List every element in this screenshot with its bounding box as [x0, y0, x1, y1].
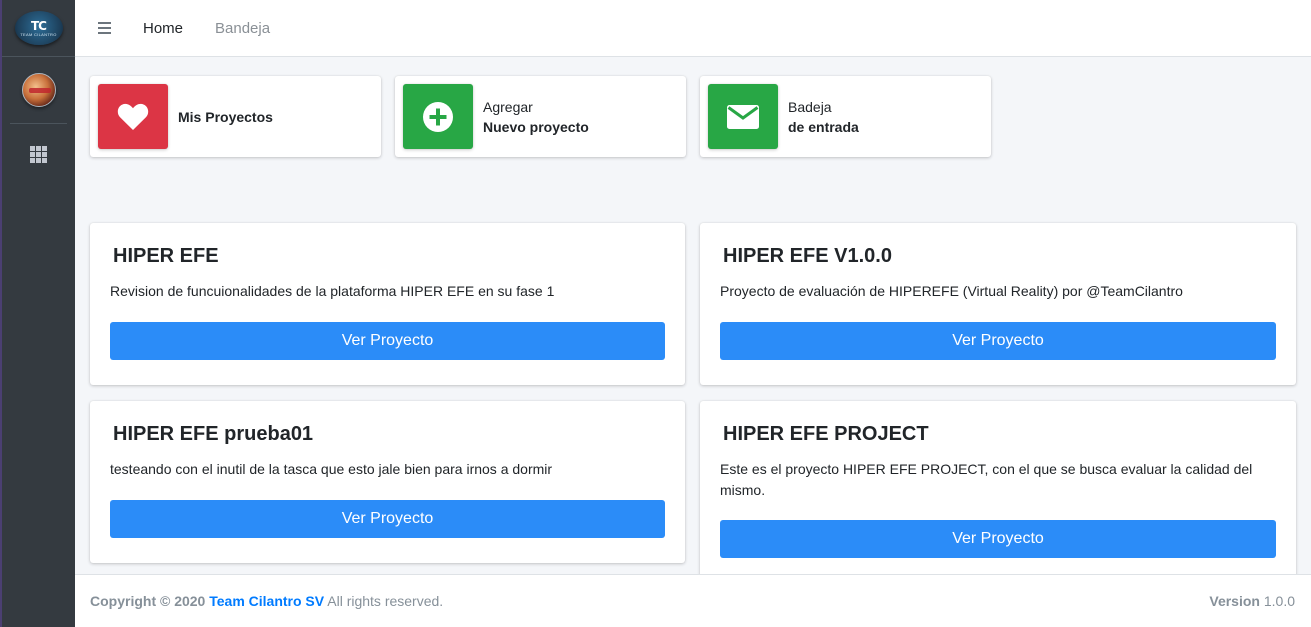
info-box-agregar[interactable]: Agregar Nuevo proyecto [395, 76, 686, 157]
info-box-text: Badeja de entrada [788, 97, 859, 137]
ver-proyecto-button[interactable]: Ver Proyecto [110, 500, 665, 538]
project-card: HIPER EFE Revision de funcuionalidades d… [90, 223, 685, 385]
ver-proyecto-button[interactable]: Ver Proyecto [110, 322, 665, 360]
nav-home-link[interactable]: Home [143, 20, 183, 37]
project-title: HIPER EFE [113, 245, 219, 267]
info-box-text: Agregar Nuevo proyecto [483, 97, 589, 137]
user-panel [10, 57, 67, 124]
heart-icon-box [98, 84, 168, 149]
footer-version: Version 1.0.0 [1209, 593, 1295, 609]
info-box-mis-proyectos[interactable]: Mis Proyectos [90, 76, 381, 157]
envelope-icon-box [708, 84, 778, 149]
heart-icon [117, 103, 149, 130]
project-card: HIPER EFE prueba01 testeando con el inut… [90, 401, 685, 563]
info-box-title: de entrada [788, 118, 859, 135]
project-card: HIPER EFE V1.0.0 Proyecto de evaluación … [700, 223, 1296, 385]
main-content: Mis Proyectos Agregar Nuevo proyecto Bad… [75, 57, 1311, 583]
project-description: Proyecto de evaluación de HIPEREFE (Virt… [720, 283, 1183, 299]
sidebar: TC TEAM CILANTRO [0, 0, 75, 627]
plus-icon-box [403, 84, 473, 149]
top-navbar: Home Bandeja [75, 0, 1311, 57]
info-box-text: Mis Proyectos [178, 107, 273, 127]
project-title: HIPER EFE prueba01 [113, 423, 314, 445]
logo-subtext: TEAM CILANTRO [20, 31, 57, 37]
team-cilantro-link[interactable]: Team Cilantro SV [209, 593, 324, 609]
project-card: HIPER EFE PROJECT Este es el proyecto HI… [700, 401, 1296, 583]
team-cilantro-logo[interactable]: TC TEAM CILANTRO [14, 11, 63, 45]
info-box-label: Badeja [788, 98, 832, 115]
rights-text: All rights reserved. [327, 593, 444, 609]
ver-proyecto-button[interactable]: Ver Proyecto [720, 322, 1276, 360]
project-title: HIPER EFE V1.0.0 [723, 245, 892, 267]
version-label: Version [1209, 593, 1260, 609]
footer-copyright: Copyright © 2020 Team Cilantro SV All ri… [90, 593, 443, 609]
footer: Copyright © 2020 Team Cilantro SV All ri… [75, 574, 1311, 627]
user-avatar[interactable] [21, 73, 56, 107]
info-box-title: Nuevo proyecto [483, 118, 589, 135]
ver-proyecto-button[interactable]: Ver Proyecto [720, 520, 1276, 558]
info-box-title: Mis Proyectos [178, 108, 273, 125]
project-title: HIPER EFE PROJECT [723, 423, 929, 445]
project-description: testeando con el inutil de la tasca que … [110, 461, 553, 477]
menu-toggle-icon[interactable] [98, 22, 111, 34]
copyright-text: Copyright © 2020 [90, 593, 206, 609]
version-value: 1.0.0 [1263, 593, 1295, 609]
info-box-label: Agregar [483, 98, 533, 115]
th-grid-icon [30, 146, 47, 163]
info-box-bandeja[interactable]: Badeja de entrada [700, 76, 991, 157]
sidebar-item-apps[interactable] [2, 146, 75, 163]
nav-bandeja-link[interactable]: Bandeja [215, 20, 270, 37]
project-description: Revision de funcuionalidades de la plata… [110, 283, 555, 299]
project-description: Este es el proyecto HIPER EFE PROJECT, c… [720, 461, 1253, 498]
brand[interactable]: TC TEAM CILANTRO [2, 0, 75, 57]
plus-circle-icon [423, 101, 453, 132]
envelope-icon [727, 104, 759, 129]
logo-text: TC [31, 18, 47, 33]
